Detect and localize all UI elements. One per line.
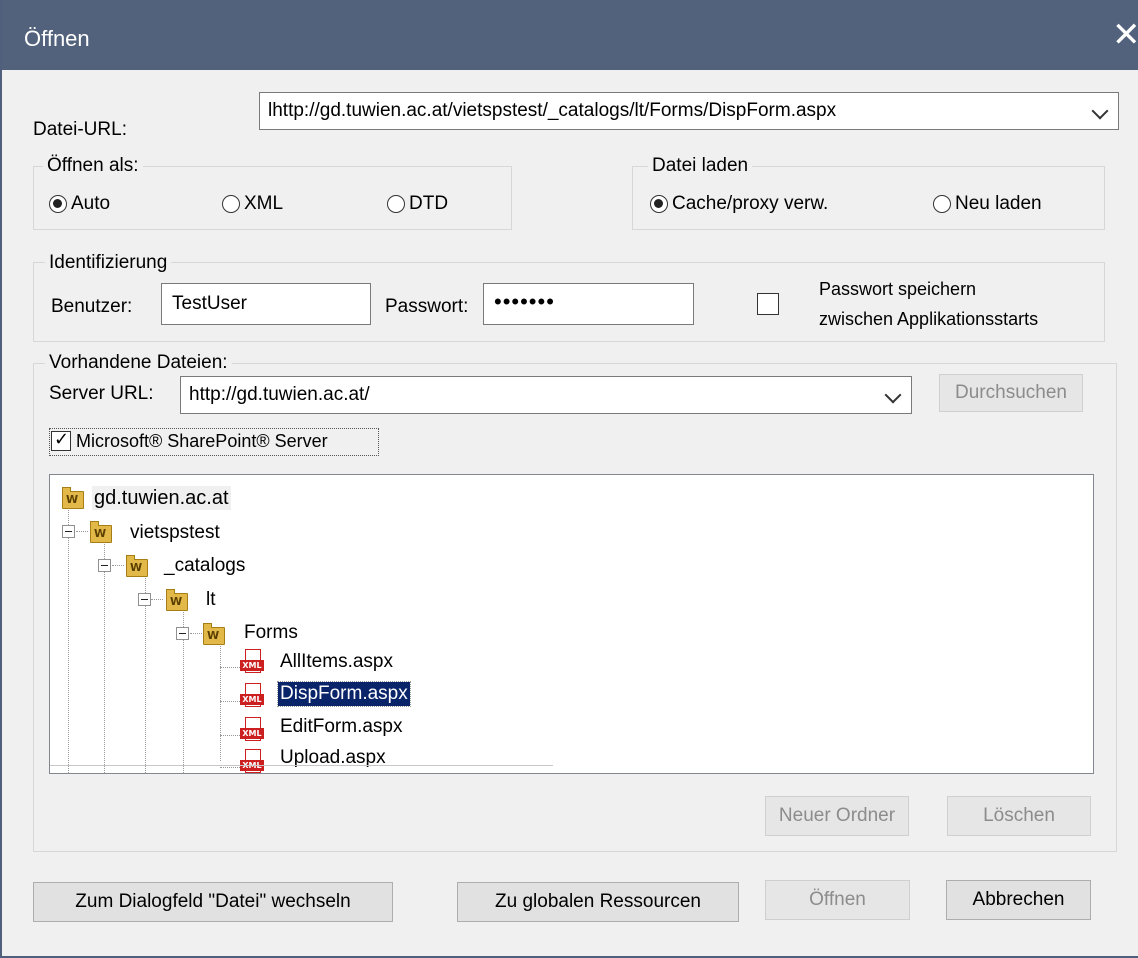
tree-connector [220,701,240,702]
password-label: Passwort: [385,296,469,317]
radio-auto-label: Auto [71,193,111,214]
radio-xml[interactable]: XML [222,193,283,215]
browse-button-label: Durchsuchen [955,382,1067,403]
save-password-label-line1: Passwort speichern [819,279,977,299]
cancel-button-label: Abbrechen [972,889,1065,910]
tree-connector [68,499,69,773]
tree-connector [151,599,163,600]
tree-connector [190,633,202,634]
window-title: Öffnen [24,26,90,51]
tree-connector [220,767,240,768]
radio-auto[interactable]: Auto [49,193,110,215]
switch-to-file-dialog-button[interactable]: Zum Dialogfeld "Datei" wechseln [33,882,393,922]
tree-node-forms[interactable]: Forms [242,621,300,645]
tree-horizontal-scroll-edge [50,765,553,766]
folder-icon: W [90,521,112,543]
file-url-combobox[interactable]: lhttp://gd.tuwien.ac.at/vietspstest/_cat… [259,92,1119,130]
radio-dtd[interactable]: DTD [387,193,448,215]
server-url-value: http://gd.tuwien.ac.at/ [189,384,370,405]
radio-reload-label: Neu laden [955,193,1042,214]
user-value: TestUser [172,293,247,314]
collapse-icon[interactable] [62,525,75,538]
checkmark-icon: ✓ [54,429,70,449]
xml-file-icon: XML [240,749,264,773]
new-folder-button-label: Neuer Ordner [778,805,896,826]
tree-root-label[interactable]: gd.tuwien.ac.at [92,486,231,510]
chevron-down-icon[interactable] [884,386,902,404]
cancel-button[interactable]: Abbrechen [946,880,1091,920]
xml-file-icon: XML [240,649,264,675]
radio-cache-proxy[interactable]: Cache/proxy verw. [650,193,828,215]
radio-unselected-icon [387,195,405,213]
close-icon[interactable]: ✕ [1112,15,1138,55]
switch-to-file-dialog-label: Zum Dialogfeld "Datei" wechseln [75,891,351,912]
tree-file-allitems[interactable]: AllItems.aspx [278,650,395,674]
tree-connector [220,735,240,736]
tree-node-lt[interactable]: lt [204,588,218,612]
tree-file-dispform[interactable]: DispForm.aspx [277,681,411,707]
radio-xml-label: XML [244,193,284,214]
file-url-label: Datei-URL: [33,119,127,140]
folder-icon: W [126,555,148,577]
delete-button[interactable]: Löschen [947,796,1091,836]
tree-node-vietspstest[interactable]: vietspstest [128,521,222,545]
tree-connector [76,531,88,532]
radio-dtd-label: DTD [409,193,449,214]
radio-selected-icon [650,195,668,213]
global-resources-button[interactable]: Zu globalen Ressourcen [457,882,739,922]
chevron-down-icon[interactable] [1091,102,1109,120]
radio-cache-proxy-label: Cache/proxy verw. [672,193,829,214]
sharepoint-label: Microsoft® SharePoint® Server [76,431,328,451]
load-file-legend: Datei laden [648,155,753,177]
save-password-checkbox[interactable] [757,293,779,315]
open-button[interactable]: Öffnen [765,880,910,920]
folder-icon: W [203,623,225,645]
password-field[interactable]: ••••••• [483,283,694,325]
password-value: ••••••• [494,289,555,314]
radio-unselected-icon [222,195,240,213]
collapse-icon[interactable] [176,627,189,640]
open-as-legend: Öffnen als: [43,155,143,177]
file-url-value: lhttp://gd.tuwien.ac.at/vietspstest/_cat… [268,100,837,121]
global-resources-label: Zu globalen Ressourcen [495,891,701,912]
server-url-combobox[interactable]: http://gd.tuwien.ac.at/ [180,376,912,414]
folder-icon: W [166,589,188,611]
tree-connector [112,565,124,566]
delete-button-label: Löschen [983,805,1055,826]
existing-files-legend: Vorhandene Dateien: [45,352,232,374]
tree-file-editform[interactable]: EditForm.aspx [278,715,404,739]
open-button-label: Öffnen [809,889,866,910]
tree-file-upload[interactable]: Upload.aspx [278,746,388,770]
browse-button[interactable]: Durchsuchen [939,374,1083,412]
folder-icon: W [62,487,84,509]
radio-selected-icon [49,195,67,213]
save-password-label-line2: zwischen Applikationsstarts [819,309,1039,329]
collapse-icon[interactable] [138,593,151,606]
sharepoint-checkbox-row[interactable]: ✓ Microsoft® SharePoint® Server [49,428,379,456]
collapse-icon[interactable] [98,559,111,572]
new-folder-button[interactable]: Neuer Ordner [765,796,909,836]
user-field[interactable]: TestUser [161,283,371,325]
xml-file-icon: XML [240,683,264,709]
tree-connector [220,667,240,668]
xml-file-icon: XML [240,717,264,743]
open-dialog: Öffnen ✕ Datei-URL: lhttp://gd.tuwien.ac… [0,0,1138,958]
radio-reload[interactable]: Neu laden [933,193,1042,215]
user-label: Benutzer: [51,296,133,317]
radio-unselected-icon [933,195,951,213]
title-bar: Öffnen ✕ [2,0,1138,70]
file-tree[interactable]: W gd.tuwien.ac.at W vietspstest W _catal… [49,474,1094,774]
identification-legend: Identifizierung [45,252,172,274]
server-url-label: Server URL: [49,383,154,404]
tree-node-catalogs[interactable]: _catalogs [162,554,247,578]
